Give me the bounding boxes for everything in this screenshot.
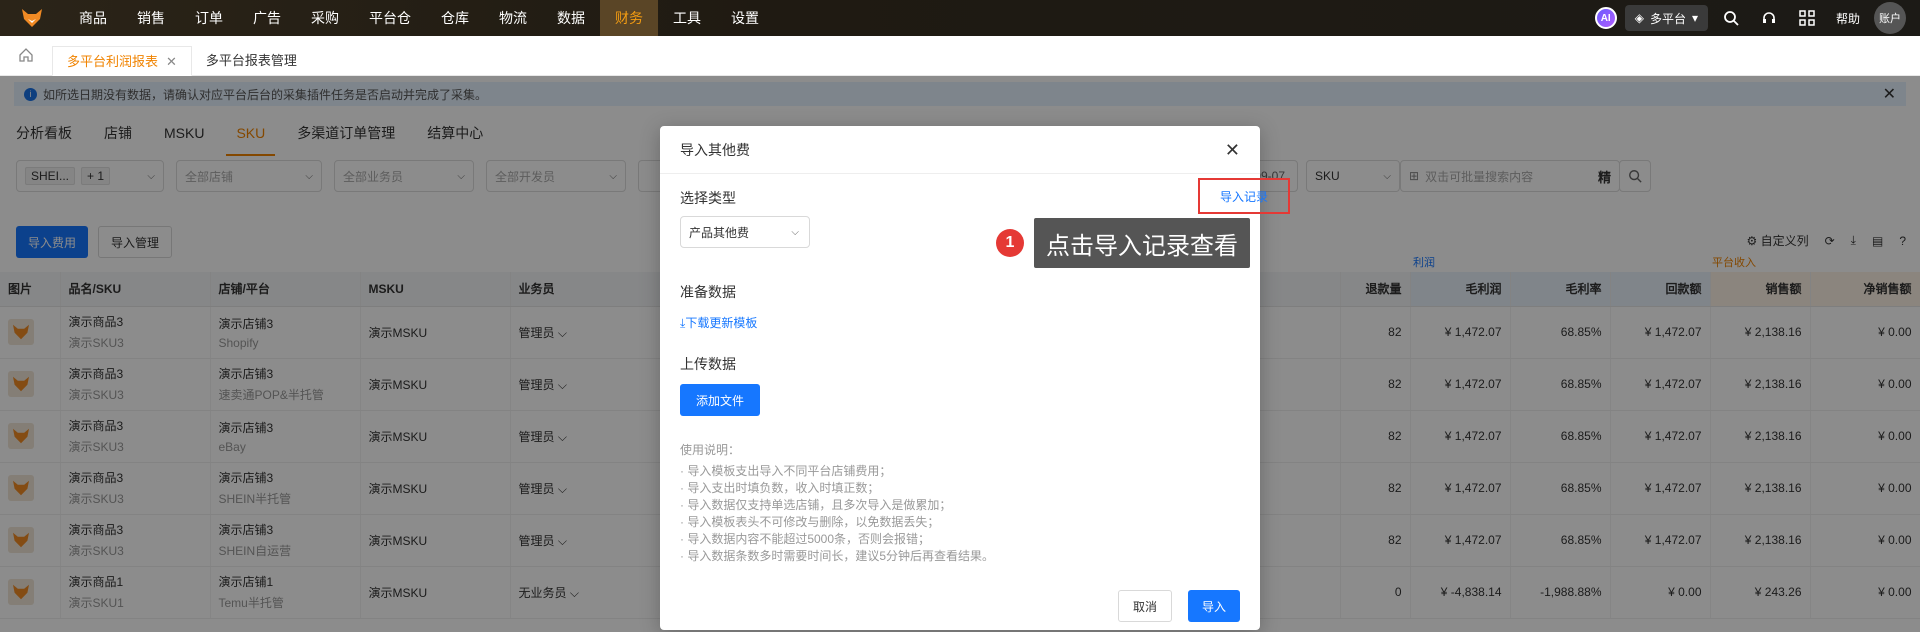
note-line: · 导入支出时填负数，收入时填正数； [680, 481, 880, 495]
usage-notes: 使用说明： · 导入模板支出导入不同平台店铺费用； · 导入支出时填负数，收入时… [680, 442, 994, 565]
nav-item-orders[interactable]: 订单 [180, 0, 238, 36]
page-tabs-bar: 多平台利润报表 ✕ 多平台报表管理 [0, 36, 1920, 76]
top-nav: 商品 销售 订单 广告 采购 平台仓 仓库 物流 数据 财务 工具 设置 AI … [0, 0, 1920, 36]
chevron-down-icon: ⌵ [791, 226, 799, 238]
add-file-button[interactable]: 添加文件 [680, 384, 760, 416]
headset-icon[interactable] [1754, 3, 1784, 33]
close-icon[interactable]: ✕ [1225, 140, 1240, 161]
import-record-link[interactable]: 导入记录 [1198, 178, 1290, 214]
ai-assistant-icon[interactable]: AI [1594, 7, 1617, 29]
fox-logo-icon[interactable] [0, 0, 64, 36]
app-root: 商品 销售 订单 广告 采购 平台仓 仓库 物流 数据 财务 工具 设置 AI … [0, 0, 1920, 632]
select-type-label: 选择类型 [680, 190, 736, 206]
callout-text: 点击导入记录查看 [1034, 218, 1250, 268]
nav-item-warehouse[interactable]: 仓库 [426, 0, 484, 36]
step-number-badge: 1 [996, 229, 1024, 257]
note-line: · 导入模板表头不可修改与删除，以免数据丢失； [680, 515, 940, 529]
fee-type-value: 产品其他费 [689, 225, 750, 240]
nav-item-purchase[interactable]: 采购 [296, 0, 354, 36]
fee-type-select[interactable]: 产品其他费 ⌵ [680, 216, 810, 248]
nav-item-ads[interactable]: 广告 [238, 0, 296, 36]
import-other-fee-modal: 导入其他费 ✕ 选择类型 导入记录 产品其他费 ⌵ 准备数据 ⤓下载更新模板 上… [660, 126, 1290, 630]
cancel-button[interactable]: 取消 [1117, 590, 1172, 622]
note-line: · 导入数据仅支持单选店铺，且多次导入是做累加； [680, 498, 952, 512]
page-tab-label: 多平台报表管理 [205, 53, 297, 68]
nav-item-sales[interactable]: 销售 [122, 0, 180, 36]
upload-data-label: 上传数据 [680, 356, 736, 372]
prepare-data-label: 准备数据 [680, 284, 736, 300]
apps-grid-icon[interactable] [1792, 3, 1822, 33]
nav-item-data[interactable]: 数据 [542, 0, 600, 36]
tutorial-callout: 1 点击导入记录查看 [996, 218, 1250, 268]
nav-item-platform-warehouse[interactable]: 平台仓 [354, 0, 426, 36]
import-button[interactable]: 导入 [1187, 590, 1240, 622]
top-right-tools: AI ◈ 多平台 ▾ 帮助 账户 [1594, 0, 1920, 36]
download-template-link[interactable]: ⤓下载更新模板 [680, 314, 757, 331]
platform-switch-button[interactable]: ◈ 多平台 ▾ [1624, 5, 1708, 31]
download-template-label: 下载更新模板 [685, 316, 758, 330]
note-line: · 导入模板支出导入不同平台店铺费用； [680, 464, 892, 478]
nav-item-tools[interactable]: 工具 [658, 0, 716, 36]
note-line: · 导入数据内容不能超过5000条，否则会报错； [680, 532, 931, 546]
nav-item-logistics[interactable]: 物流 [484, 0, 542, 36]
nav-item-goods[interactable]: 商品 [64, 0, 122, 36]
notes-title: 使用说明： [680, 443, 741, 457]
nav-item-settings[interactable]: 设置 [716, 0, 774, 36]
layers-icon: ◈ [1634, 11, 1644, 25]
nav-item-finance[interactable]: 财务 [600, 0, 658, 36]
modal-title: 导入其他费 [660, 126, 1260, 174]
search-icon[interactable] [1716, 3, 1746, 33]
page-tab-label: 多平台利润报表 [67, 54, 159, 69]
account-avatar[interactable]: 账户 [1874, 2, 1906, 34]
platform-switch-label: 多平台 [1649, 11, 1686, 26]
caret-down-icon: ▾ [1691, 11, 1698, 25]
note-line: · 导入数据条数多时需要时间长，建议5分钟后再查看结果。 [680, 549, 995, 563]
help-link[interactable]: 帮助 [1830, 10, 1866, 27]
home-icon[interactable] [0, 35, 52, 75]
page-tab-report-manage[interactable]: 多平台报表管理 [192, 46, 311, 76]
close-icon[interactable]: ✕ [166, 54, 177, 69]
modal-footer: 取消 导入 [1117, 590, 1240, 622]
page-tab-profit-report[interactable]: 多平台利润报表 ✕ [52, 46, 192, 76]
